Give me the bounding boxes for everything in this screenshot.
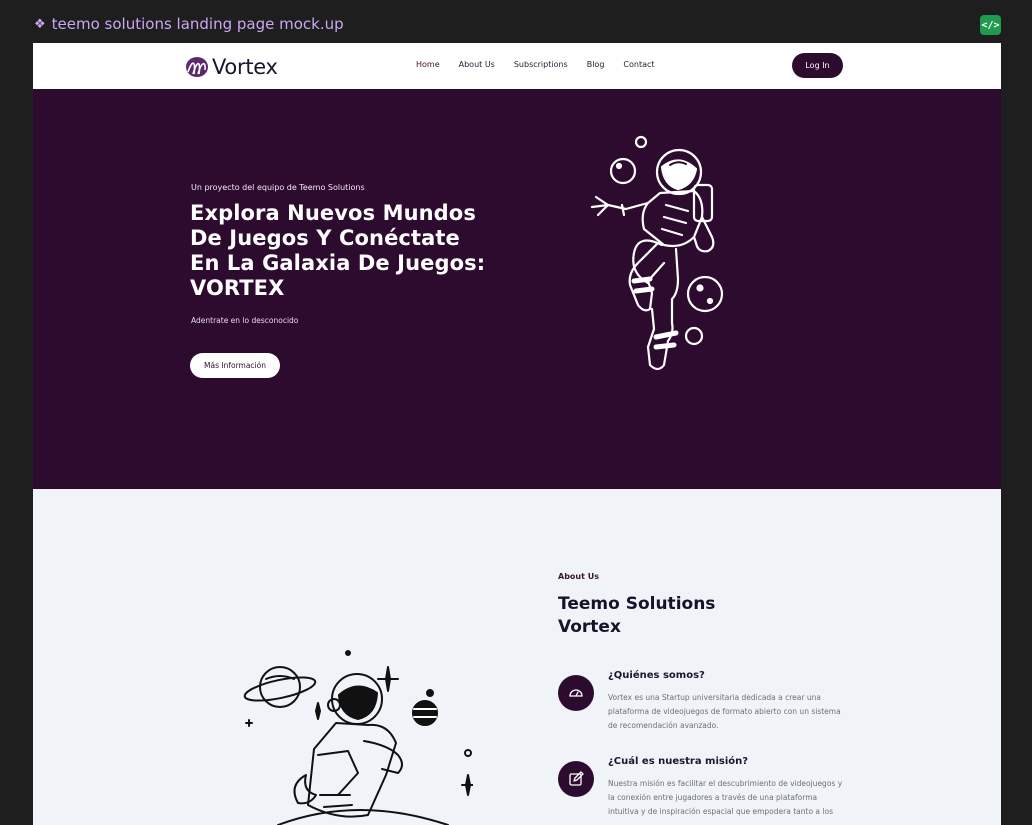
logo-text: Vortex [212,55,278,79]
component-diamond-icon: ❖ [34,16,46,32]
nav-link-subscriptions[interactable]: Subscriptions [514,60,568,69]
about-title: Teemo Solutions Vortex [558,593,715,639]
about-title-line-2: Vortex [558,617,621,637]
feature-text: Vortex es una Startup universitaria dedi… [608,693,841,730]
code-view-button[interactable]: </> [980,15,1001,35]
nav-link-home[interactable]: Home [416,60,440,69]
feature-heading: ¿Quiénes somos? [608,670,705,681]
edit-icon [569,771,584,786]
more-info-button[interactable]: Más Información [190,353,280,378]
nav-link-blog[interactable]: Blog [587,60,605,69]
vortex-logo-icon [186,57,208,77]
feature-heading: ¿Cuál es nuestra misión? [608,756,749,767]
hero-section: Un proyecto del equipo de Teemo Solution… [33,89,1001,489]
speedometer-icon [569,689,583,697]
navbar: Vortex Home About Us Subscriptions Blog … [33,43,1001,89]
hero-eyebrow: Un proyecto del equipo de Teemo Solution… [191,183,365,192]
floating-astronaut-illustration [590,135,724,371]
code-icon: </> [981,19,1000,31]
feature-icon-badge [558,675,594,711]
logo[interactable]: Vortex [185,55,278,79]
hero-title: Explora Nuevos Mundos De Juegos Y Conéct… [190,201,486,300]
frame-title-text: teemo solutions landing page mock.up [51,15,344,33]
about-title-line-1: Teemo Solutions [558,594,716,614]
feature-icon-badge [558,761,594,797]
nav-links: Home About Us Subscriptions Blog Contact [416,60,655,69]
astronaut-on-planet-illustration [243,650,473,825]
nav-link-about-us[interactable]: About Us [459,60,495,69]
about-section: About Us Teemo Solutions Vortex ¿Quiénes… [33,489,1001,825]
hero-subtitle: Adentrate en lo desconocido [191,316,299,325]
feature-text: Nuestra misión es facilitar el descubrim… [608,779,843,816]
frame-title[interactable]: ❖ teemo solutions landing page mock.up [34,15,344,33]
landing-page-frame: Vortex Home About Us Subscriptions Blog … [33,43,1001,825]
login-button[interactable]: Log In [792,53,843,78]
about-eyebrow: About Us [558,572,599,581]
nav-link-contact[interactable]: Contact [623,60,654,69]
